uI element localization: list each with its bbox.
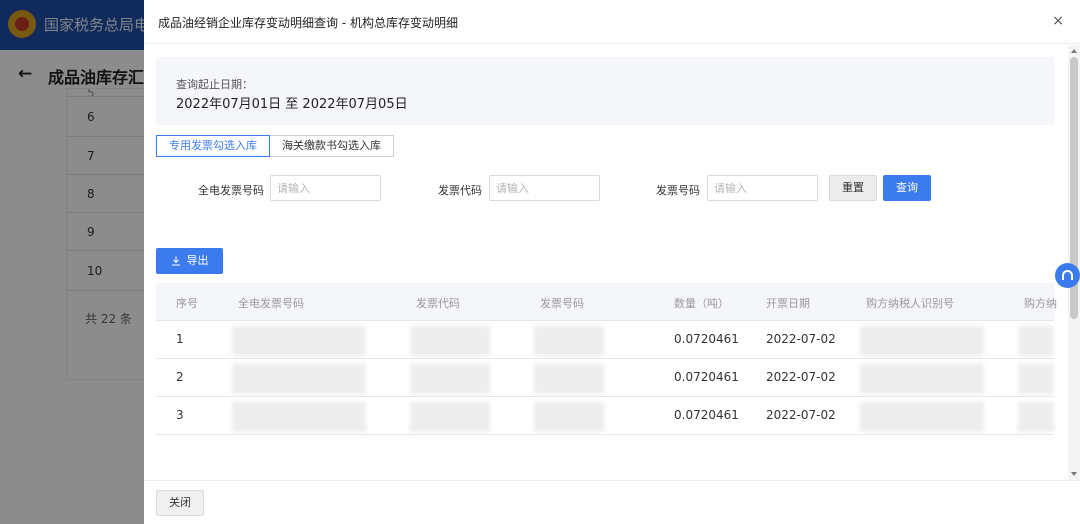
column-header: 发票号码 [540,297,584,310]
row-index: 3 [176,408,184,422]
invoice-number-input[interactable] [707,175,818,201]
full-invoice-input[interactable] [270,175,381,201]
full-invoice-label: 全电发票号码 [198,184,264,197]
row-index: 1 [176,332,184,346]
column-header: 购方纳税人识别号 [866,297,954,310]
table-row[interactable]: 1 0.0720461 2022-07-02 [156,321,1054,359]
redacted-cell [1018,326,1054,356]
row-quantity: 0.0720461 [674,370,739,384]
export-button[interactable]: 导出 [156,248,223,274]
redacted-cell [410,326,490,356]
invoice-number-label: 发票号码 [656,184,700,197]
download-icon [171,256,180,266]
redacted-cell [410,364,490,394]
drawer-title: 成品油经销企业库存变动明细查询 - 机构总库存变动明细 [158,16,458,30]
redacted-cell [1018,402,1054,432]
invoice-code-input[interactable] [489,175,600,201]
headset-icon[interactable] [1055,263,1080,288]
redacted-cell [232,402,366,432]
row-index: 2 [176,370,184,384]
row-quantity: 0.0720461 [674,332,739,346]
redacted-cell [860,364,984,394]
redacted-cell [860,402,984,432]
source-tabs: 专用发票勾选入库 海关缴款书勾选入库 [156,135,394,157]
scroll-down-icon[interactable] [1071,472,1077,476]
column-header: 开票日期 [766,297,810,310]
date-range-label: 查询起止日期： [176,78,253,91]
date-range-panel: 查询起止日期： 2022年07月01日 至 2022年07月05日 [156,57,1054,125]
row-quantity: 0.0720461 [674,408,739,422]
reset-button[interactable]: 重置 [829,175,877,201]
column-header: 发票代码 [416,297,460,310]
column-header: 数量（吨） [674,297,729,310]
drawer-header: 成品油经销企业库存变动明细查询 - 机构总库存变动明细 × [144,0,1080,44]
close-icon[interactable]: × [1052,13,1064,29]
detail-drawer: 成品油经销企业库存变动明细查询 - 机构总库存变动明细 × 查询起止日期： 20… [144,0,1080,524]
drawer-body: 查询起止日期： 2022年07月01日 至 2022年07月05日 专用发票勾选… [144,45,1068,480]
redacted-cell [232,326,366,356]
row-date: 2022-07-02 [766,370,836,384]
tab-customs-payment[interactable]: 海关缴款书勾选入库 [270,135,394,157]
row-date: 2022-07-02 [766,332,836,346]
table-header: 序号 全电发票号码 发票代码 发票号码 数量（吨） 开票日期 购方纳税人识别号 … [156,283,1057,321]
redacted-cell [534,364,604,394]
column-header: 全电发票号码 [238,297,304,310]
tab-special-invoice[interactable]: 专用发票勾选入库 [156,135,270,157]
query-button[interactable]: 查询 [883,175,931,201]
close-button[interactable]: 关闭 [156,490,204,516]
redacted-cell [410,402,490,432]
date-range-value: 2022年07月01日 至 2022年07月05日 [176,97,408,112]
redacted-cell [534,402,604,432]
invoice-code-label: 发票代码 [438,184,482,197]
redacted-cell [860,326,984,356]
drawer-footer: 关闭 [144,480,1080,524]
column-header: 序号 [176,297,198,310]
row-date: 2022-07-02 [766,408,836,422]
export-button-label: 导出 [186,254,209,267]
table-row[interactable]: 2 0.0720461 2022-07-02 [156,359,1054,397]
table-row[interactable]: 3 0.0720461 2022-07-02 [156,397,1054,435]
redacted-cell [232,364,366,394]
scroll-up-icon[interactable] [1071,49,1077,53]
redacted-cell [1018,364,1054,394]
column-header: 购方纳 [1024,297,1057,310]
redacted-cell [534,326,604,356]
